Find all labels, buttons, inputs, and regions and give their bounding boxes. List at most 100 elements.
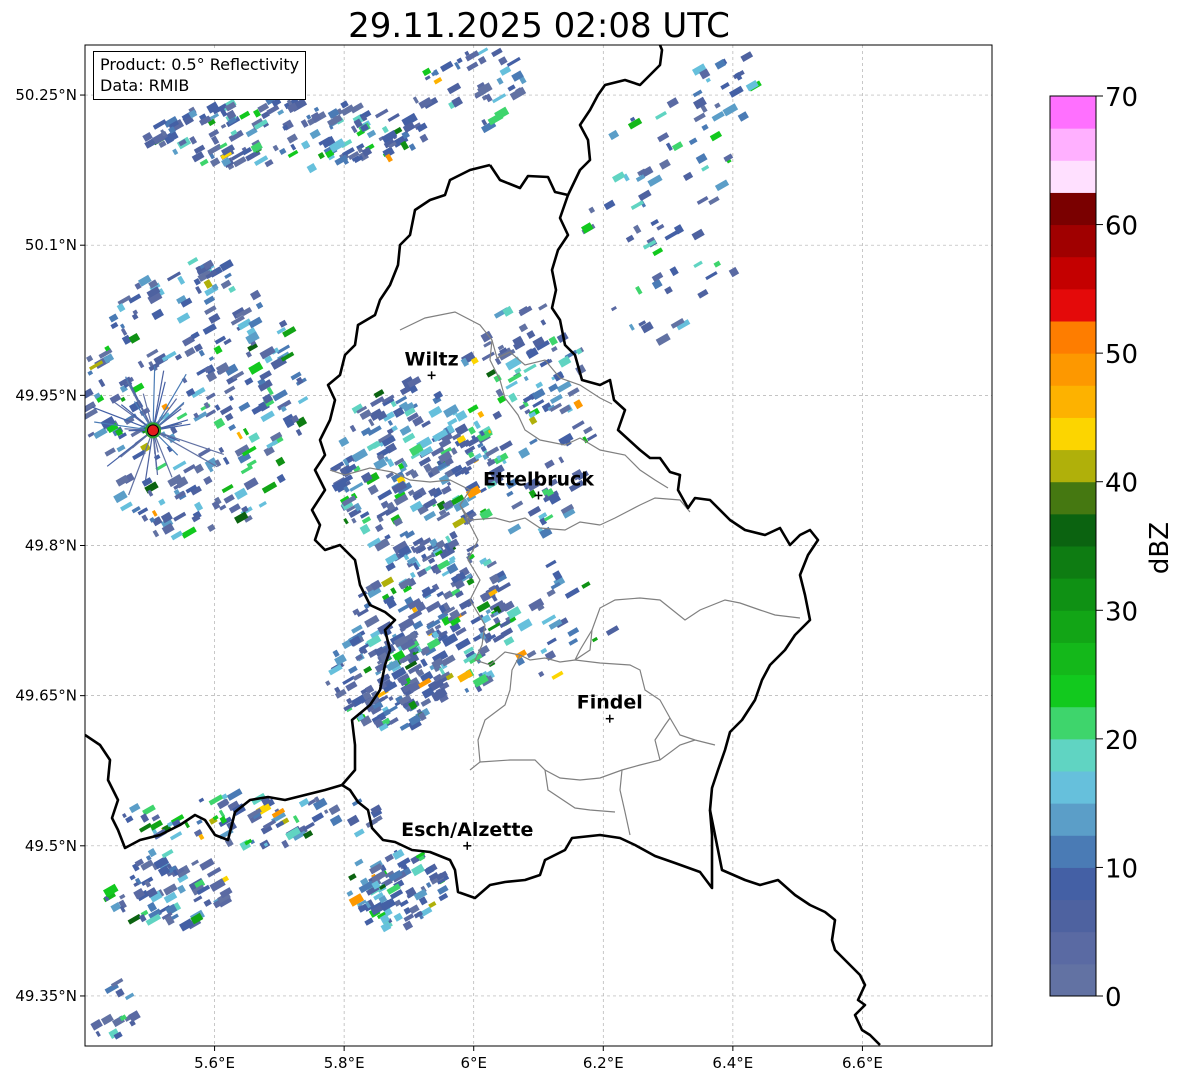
- radar-echo-cell: [403, 906, 412, 915]
- radar-echo-cell: [346, 814, 360, 827]
- colorbar-tick-label: 70: [1105, 83, 1138, 113]
- radar-echo-cell: [588, 206, 596, 214]
- radar-echo-cell: [250, 289, 262, 301]
- radar-echo-cell: [502, 305, 514, 317]
- radar-echo-cell: [129, 874, 136, 881]
- colorbar-segment: [1050, 867, 1096, 901]
- x-tick-label: 6.2°E: [583, 1054, 624, 1072]
- radar-echo-cell: [297, 396, 309, 405]
- radar-echo-cell: [508, 392, 518, 403]
- radar-echo-cell: [381, 125, 389, 134]
- radar-echo-cell: [128, 803, 141, 814]
- colorbar-segment: [1050, 835, 1096, 868]
- radar-echo-cell: [224, 412, 234, 422]
- radar-echo-cell: [228, 423, 237, 432]
- radar-echo-cell: [261, 481, 278, 494]
- radar-echo-cell: [140, 813, 150, 823]
- radar-echo-cell: [248, 361, 264, 375]
- radar-echo-cell: [693, 260, 703, 269]
- info-box: Product: 0.5° Reflectivity Data: RMIB: [93, 51, 307, 100]
- colorbar-segment: [1050, 803, 1096, 836]
- colorbar-segment: [1050, 738, 1096, 772]
- radar-echo-cell: [729, 85, 744, 98]
- radar-echo-cell: [637, 189, 652, 202]
- radar-echo-cell: [220, 123, 227, 129]
- radar-echo-cell: [571, 420, 585, 430]
- radar-echo-cell: [163, 883, 178, 896]
- radar-echo-cell: [669, 266, 679, 277]
- radar-echo-cell: [169, 831, 183, 841]
- radar-echo-cell: [705, 77, 711, 83]
- radar-echo-cell: [538, 670, 545, 678]
- radar-echo-cell: [399, 425, 412, 436]
- radar-echo-cell: [194, 501, 204, 512]
- radar-echo-cell: [538, 303, 548, 311]
- radar-echo-cell: [447, 82, 462, 95]
- colorbar-segment: [1050, 931, 1096, 965]
- radar-echo-cell: [290, 143, 297, 151]
- y-tick-label: 50.25°N: [15, 86, 77, 104]
- colorbar-segment: [1050, 610, 1096, 643]
- radar-echo-cell: [518, 447, 531, 459]
- radar-echo-cell: [696, 196, 709, 205]
- radar-echo-cell: [248, 316, 263, 329]
- radar-echo-cell: [199, 858, 215, 871]
- radar-echo-cell: [728, 266, 740, 278]
- radar-echo-cell: [517, 618, 533, 632]
- radar-echo-cell: [349, 424, 357, 433]
- radar-echo-cell: [242, 427, 250, 436]
- radar-echo-cell: [551, 670, 564, 680]
- radar-echo-cell: [151, 308, 164, 321]
- colorbar-segment: [1050, 385, 1096, 418]
- radar-map: WiltzEttelbruckFindelEsch/Alzette 5.6°E 5…: [15, 44, 1138, 1072]
- city-label: Esch/Alzette: [401, 819, 533, 841]
- radar-echo-cell: [328, 804, 341, 816]
- radar-echo-cell: [346, 890, 354, 897]
- radar-echo-cell: [375, 108, 389, 119]
- radar-echo-cell: [239, 110, 251, 120]
- radar-echo-cell: [467, 426, 476, 435]
- radar-echo-cell: [442, 590, 454, 600]
- radar-echo-cell: [177, 884, 186, 894]
- radar-echo-cell: [705, 271, 718, 281]
- colorbar-segment: [1050, 963, 1096, 997]
- radar-echo-cell: [298, 798, 310, 808]
- radar-echo-cell: [193, 463, 204, 474]
- radar-echo-cell: [248, 432, 260, 444]
- radar-echo-cell: [388, 696, 394, 702]
- radar-echo-cell: [466, 61, 479, 72]
- radar-echo-cell: [425, 882, 432, 888]
- colorbar-segment: [1050, 192, 1096, 226]
- radar-echo-cell: [393, 912, 403, 922]
- radar-echo-cell: [437, 885, 449, 895]
- canton-boundaries: [479, 739, 696, 781]
- radar-echo-cell: [113, 490, 128, 504]
- radar-echo-cell: [545, 559, 557, 569]
- radar-echo-cell: [206, 866, 222, 878]
- radar-echo-cell: [635, 285, 643, 295]
- radar-echo-cell: [550, 346, 558, 353]
- radar-echo-cell: [138, 913, 147, 923]
- radar-echo-cell: [558, 456, 565, 464]
- radar-echo-cell: [506, 56, 521, 67]
- radar-echo-cell: [377, 489, 393, 501]
- city-label: Ettelbruck: [483, 468, 594, 490]
- radar-echo-cell: [693, 112, 706, 123]
- radar-echo-cell: [170, 530, 183, 541]
- radar-echo-cell: [709, 130, 723, 142]
- radar-echo-cell: [85, 355, 94, 363]
- radar-echo-cell: [295, 428, 303, 437]
- radar-echo-cell: [498, 56, 508, 66]
- radar-echo-cell: [151, 814, 161, 822]
- x-tick-label: 5.6°E: [194, 1054, 235, 1072]
- colorbar-tick-label: 60: [1105, 212, 1138, 242]
- radar-echo-cell: [158, 498, 166, 506]
- y-axis-ticks: 50.25°N 50.1°N 49.95°N 49.8°N 49.65°N 49.5°N 4…: [15, 86, 85, 1005]
- colorbar-segment: [1050, 96, 1096, 129]
- colorbar-segment: [1050, 513, 1096, 547]
- radar-echo-cell: [219, 404, 234, 416]
- radar-echo-cell: [447, 417, 458, 427]
- radar-echo-cell: [119, 893, 126, 900]
- colorbar-segment: [1050, 449, 1096, 483]
- colorbar-segment: [1050, 578, 1096, 611]
